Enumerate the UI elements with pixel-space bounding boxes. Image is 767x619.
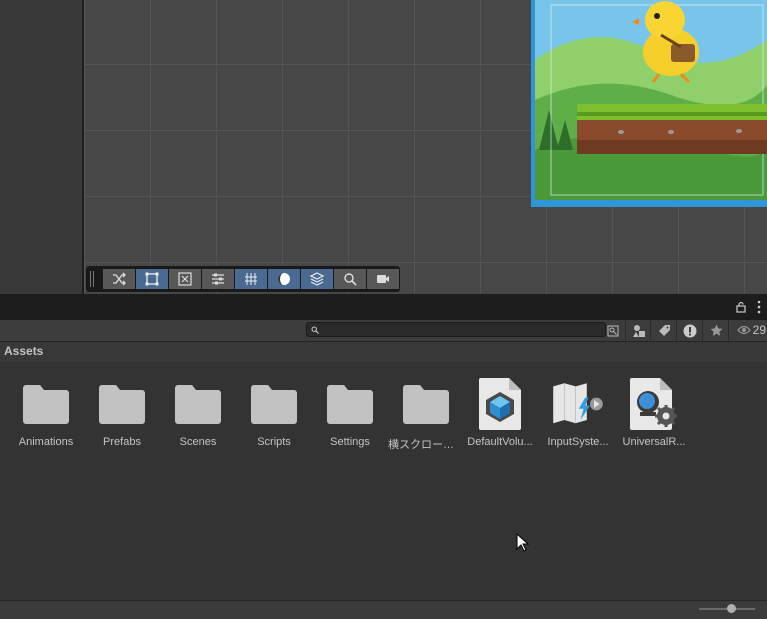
asset-grid[interactable]: Animations Prefabs Scenes Scripts Settin… bbox=[0, 362, 767, 600]
asset-label: DefaultVolu... bbox=[467, 436, 533, 448]
asset-item[interactable]: Settings bbox=[312, 376, 388, 448]
grid-icon bbox=[245, 273, 257, 285]
shuffle-tool-button[interactable] bbox=[103, 269, 135, 289]
asset-item[interactable]: Prefabs bbox=[84, 376, 160, 448]
camera-button[interactable] bbox=[367, 269, 399, 289]
shading-mode-button[interactable] bbox=[268, 269, 300, 289]
shuffle-icon bbox=[113, 272, 126, 286]
asset-item[interactable]: UniversalR... bbox=[616, 376, 692, 448]
folder-icon bbox=[403, 385, 449, 424]
align-icon bbox=[212, 273, 224, 285]
camera-icon bbox=[377, 275, 389, 283]
hierarchy-panel bbox=[0, 0, 82, 294]
layers-button[interactable] bbox=[301, 269, 333, 289]
align-tool-button[interactable] bbox=[202, 269, 234, 289]
scene-view[interactable] bbox=[84, 0, 767, 294]
mouse-cursor-icon bbox=[516, 533, 530, 552]
exclamation-icon bbox=[683, 324, 697, 337]
breadcrumb[interactable]: Assets bbox=[4, 344, 43, 358]
rect-tool-button[interactable] bbox=[136, 269, 168, 289]
search-input[interactable] bbox=[306, 322, 606, 337]
eye-icon bbox=[736, 325, 751, 335]
shading-sphere-icon bbox=[278, 273, 290, 285]
tag-icon bbox=[658, 325, 670, 336]
asset-label: UniversalR... bbox=[622, 436, 686, 448]
toolbar-grip[interactable] bbox=[88, 271, 96, 287]
filter-by-label-button[interactable] bbox=[650, 320, 677, 341]
game-view-preview bbox=[531, 0, 767, 207]
asset-item[interactable]: DefaultVolu... bbox=[462, 376, 538, 448]
transform-tool-button[interactable] bbox=[169, 269, 201, 289]
search-filter-icon bbox=[607, 325, 619, 336]
render-pipeline-asset-icon bbox=[630, 378, 677, 430]
hidden-packages-button[interactable]: 29 bbox=[728, 320, 767, 341]
more-options-icon[interactable] bbox=[757, 300, 761, 314]
shapes-icon bbox=[633, 324, 645, 337]
star-icon bbox=[710, 324, 722, 336]
grid-toggle-button[interactable] bbox=[235, 269, 267, 289]
asset-item[interactable]: Animations bbox=[8, 376, 84, 448]
favorites-button[interactable] bbox=[702, 320, 729, 341]
volume-profile-icon bbox=[479, 378, 521, 430]
rect-icon bbox=[145, 272, 159, 286]
asset-label: 横スクロールア... bbox=[388, 439, 464, 451]
icon-size-slider[interactable] bbox=[699, 604, 755, 613]
asset-item[interactable]: InputSyste... bbox=[540, 376, 616, 448]
scene-overlay-toolbar bbox=[86, 266, 400, 292]
scene-search-button[interactable] bbox=[334, 269, 366, 289]
lock-icon[interactable] bbox=[735, 301, 747, 313]
breadcrumb-bar: Assets bbox=[0, 342, 767, 362]
asset-label: Animations bbox=[18, 436, 74, 448]
folder-icon bbox=[23, 385, 69, 424]
hidden-count-wrap: 29 bbox=[736, 323, 766, 337]
asset-label: Settings bbox=[330, 436, 370, 448]
asset-label: InputSyste... bbox=[547, 436, 609, 448]
folder-icon bbox=[99, 385, 145, 424]
layers-icon bbox=[309, 272, 325, 286]
input-actions-icon bbox=[553, 383, 603, 424]
folder-icon bbox=[175, 385, 221, 424]
hidden-count: 29 bbox=[752, 323, 766, 337]
asset-item[interactable]: 横スクロールア... bbox=[388, 376, 464, 452]
search-by-type-button[interactable] bbox=[602, 320, 624, 341]
asset-item[interactable]: Scenes bbox=[160, 376, 236, 448]
folder-icon bbox=[251, 385, 297, 424]
project-search-toolbar: 29 bbox=[0, 320, 767, 342]
asset-item[interactable]: Scripts bbox=[236, 376, 312, 448]
folder-icon bbox=[327, 385, 373, 424]
project-panel-header bbox=[0, 294, 767, 320]
asset-label: Scenes bbox=[179, 436, 217, 448]
search-icon bbox=[311, 326, 319, 334]
transform-icon bbox=[178, 272, 192, 286]
asset-label: Prefabs bbox=[103, 436, 141, 448]
asset-label: Scripts bbox=[257, 436, 291, 448]
filter-log-types-button[interactable] bbox=[676, 320, 703, 341]
filter-by-type-button[interactable] bbox=[625, 320, 652, 341]
project-footer bbox=[0, 600, 767, 619]
slider-thumb[interactable] bbox=[727, 604, 736, 613]
magnifier-icon bbox=[344, 273, 357, 286]
